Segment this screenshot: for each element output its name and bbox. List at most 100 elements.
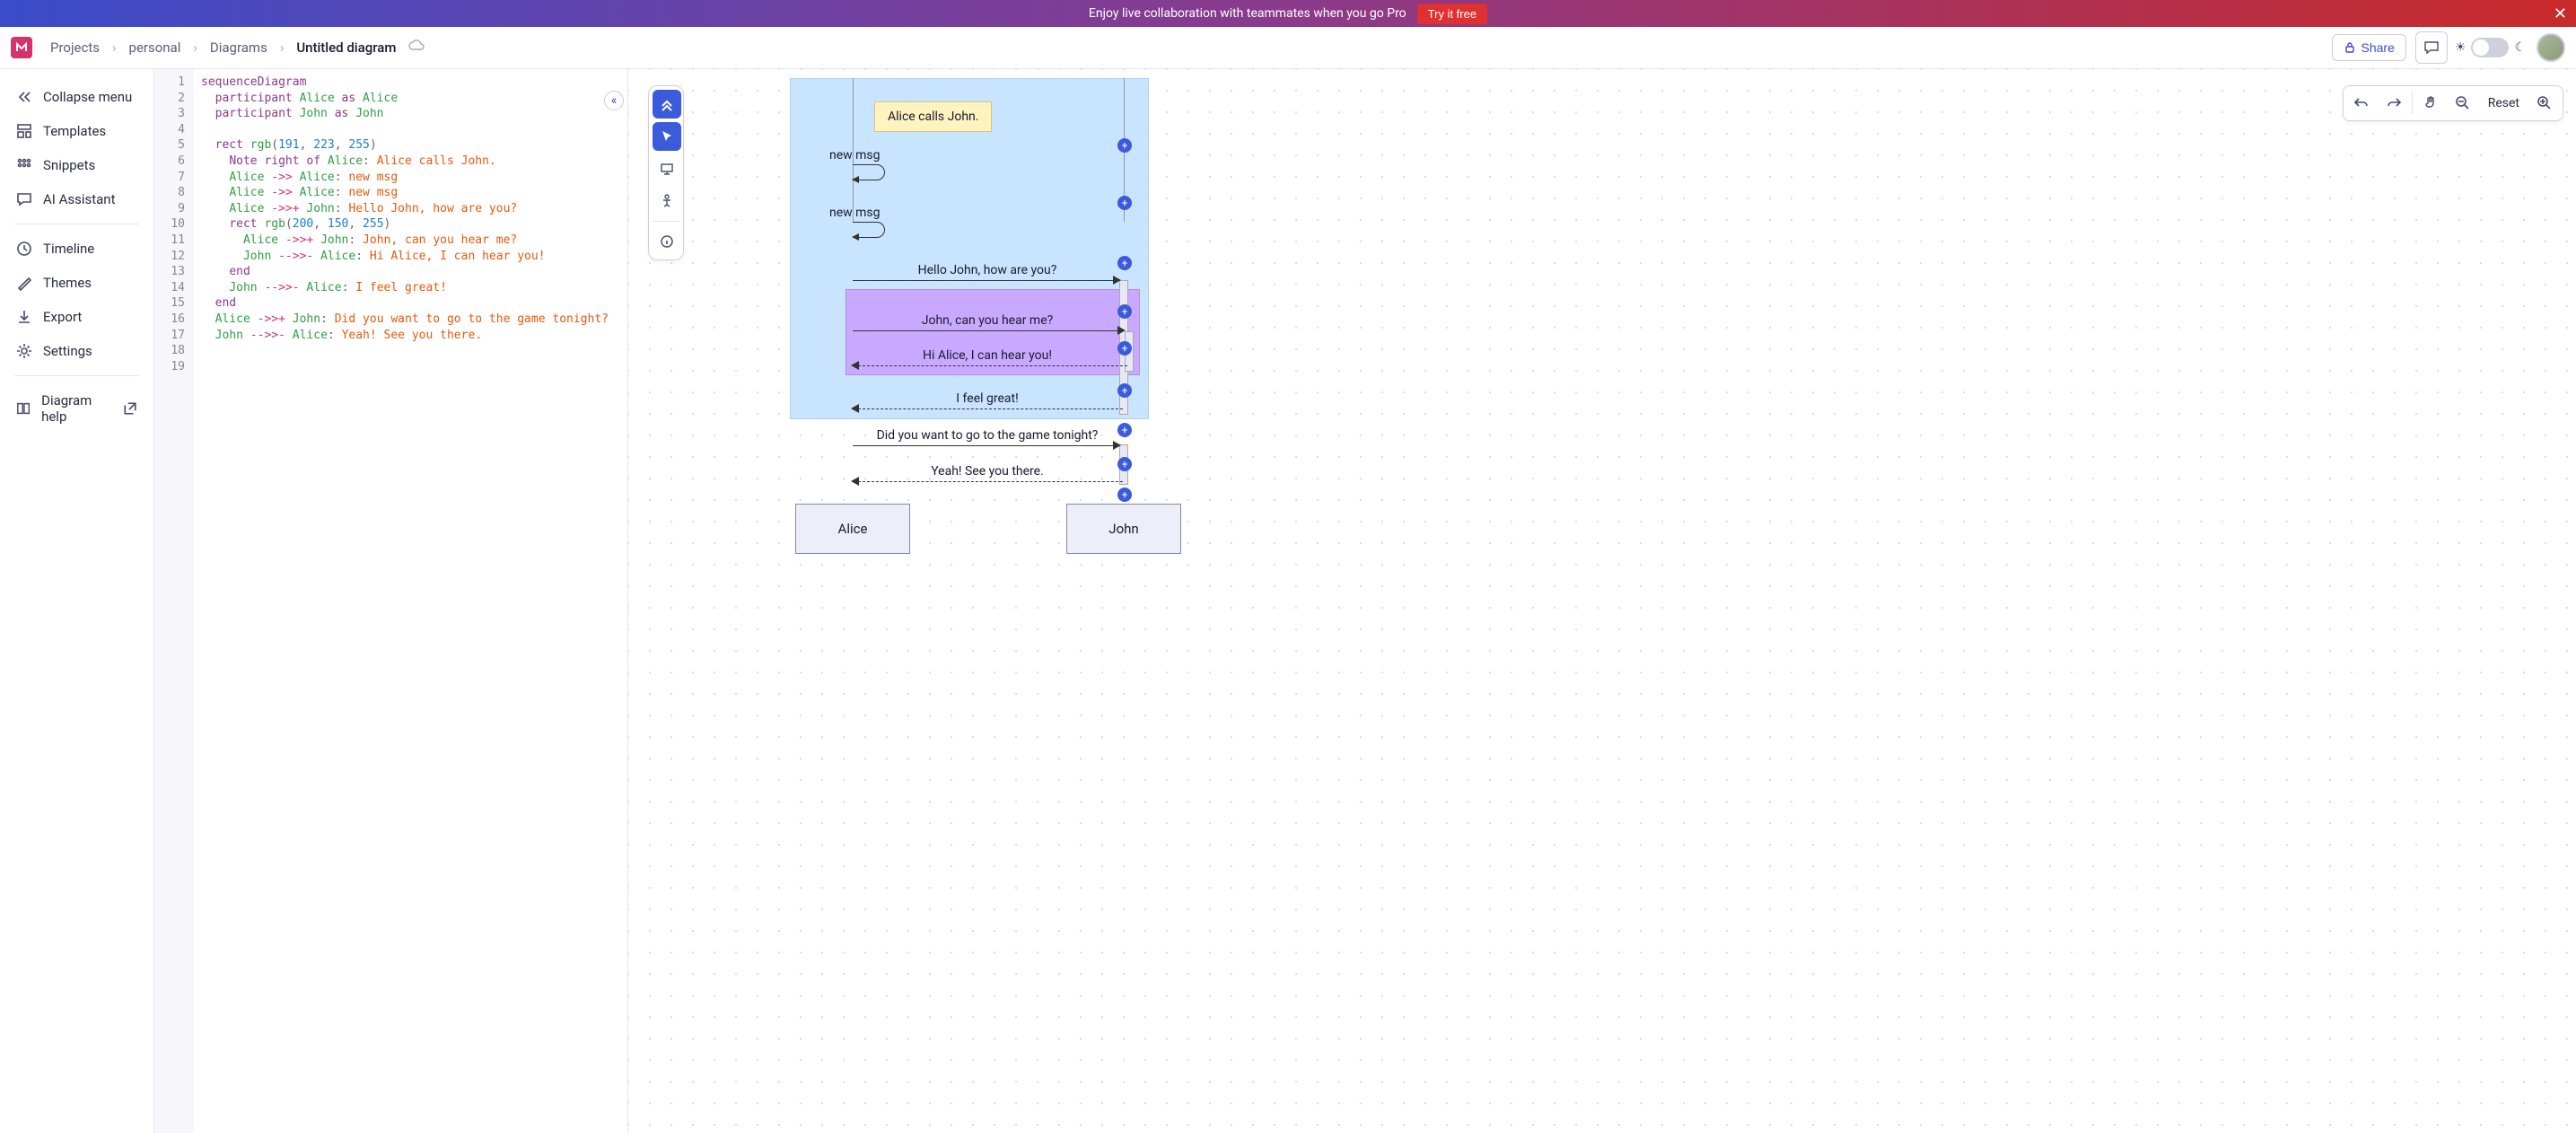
topbar: Projects › personal › Diagrams › Untitle… (0, 27, 2576, 69)
sidebar-label: Export (43, 309, 82, 325)
self-arrow (853, 164, 885, 180)
brush-icon (16, 275, 32, 291)
chevrons-up-icon (660, 97, 674, 111)
person-icon (660, 194, 674, 208)
add-message-button[interactable]: + (1117, 383, 1132, 398)
close-icon[interactable]: ✕ (2554, 4, 2567, 23)
divider (14, 375, 139, 376)
zoom-out-button[interactable] (2449, 89, 2477, 118)
sidebar-item-export[interactable]: Export (0, 300, 153, 334)
chevron-right-icon: › (193, 40, 197, 56)
message-label: new msg (829, 148, 881, 162)
share-button[interactable]: Share (2332, 34, 2406, 61)
breadcrumb-projects[interactable]: Projects (50, 40, 100, 56)
clock-icon (16, 241, 32, 257)
breadcrumb-current[interactable]: Untitled diagram (296, 40, 396, 56)
sidebar-item-timeline[interactable]: Timeline (0, 232, 153, 266)
download-icon (16, 309, 32, 325)
theme-toggle: ☀ ☾ (2455, 38, 2526, 57)
sidebar-label: Settings (43, 343, 92, 359)
add-message-button[interactable]: + (1117, 196, 1132, 210)
zoom-in-button[interactable] (2530, 89, 2559, 118)
add-message-button[interactable]: + (1117, 457, 1132, 471)
sidebar-label: Diagram help (41, 392, 112, 425)
arrow-head-icon (851, 404, 859, 413)
add-message-button[interactable]: + (1117, 341, 1132, 356)
arrow-head-icon (1113, 276, 1121, 285)
code-content[interactable]: sequenceDiagram participant Alice as Ali… (194, 69, 627, 1133)
canvas-toolbar: Reset (2343, 85, 2563, 121)
sidebar-item-settings[interactable]: Settings (0, 334, 153, 368)
arrow-head-icon (1113, 441, 1121, 450)
accessibility-tool[interactable] (653, 187, 681, 215)
user-avatar[interactable] (2537, 33, 2565, 62)
share-label: Share (2361, 40, 2395, 55)
sidebar-label: Templates (43, 123, 106, 139)
sidebar-label: Themes (43, 275, 92, 291)
sidebar-label: Timeline (43, 241, 94, 257)
info-icon (660, 234, 674, 249)
arrow (853, 330, 1122, 331)
chat-bubble-icon (2423, 40, 2440, 55)
add-message-button[interactable]: + (1117, 423, 1132, 437)
sidebar-item-templates[interactable]: Templates (0, 114, 153, 148)
arrow-head-icon (851, 477, 859, 486)
line-gutter: 12345678910111213141516171819 (154, 69, 194, 1133)
sidebar-item-ai[interactable]: AI Assistant (0, 182, 153, 216)
actor-alice: Alice (795, 504, 910, 554)
arrow (858, 481, 1123, 482)
pointer-tool[interactable] (653, 122, 681, 151)
sidebar-item-themes[interactable]: Themes (0, 266, 153, 300)
add-message-button[interactable]: + (1117, 487, 1132, 502)
sidebar-item-snippets[interactable]: Snippets (0, 148, 153, 182)
sidebar: Collapse menu Templates Snippets AI Assi… (0, 69, 154, 1133)
redo-icon (2386, 95, 2402, 111)
arrow (858, 408, 1123, 409)
message-label: I feel great! (853, 391, 1122, 406)
arrow-head-icon (1117, 326, 1126, 335)
chevron-right-icon: › (280, 40, 285, 56)
undo-icon (2353, 95, 2370, 111)
scroll-top-button[interactable] (653, 90, 681, 119)
arrow (858, 365, 1127, 366)
arrow (853, 445, 1117, 446)
collapse-editor-button[interactable]: « (604, 91, 624, 110)
cursor-icon (660, 129, 674, 144)
add-message-button[interactable]: + (1117, 304, 1132, 319)
add-message-button[interactable]: + (1117, 256, 1132, 270)
grid-icon (16, 157, 32, 173)
actor-john: John (1066, 504, 1181, 554)
theme-switch[interactable] (2471, 38, 2509, 57)
pan-button[interactable] (2416, 89, 2445, 118)
redo-button[interactable] (2379, 89, 2408, 118)
sidebar-label: Snippets (43, 157, 95, 173)
message-label: Yeah! See you there. (853, 464, 1122, 479)
sidebar-collapse[interactable]: Collapse menu (0, 80, 153, 114)
comment-button[interactable] (2415, 31, 2448, 64)
diagram-note: Alice calls John. (874, 101, 992, 132)
arrow-head-icon (851, 361, 859, 370)
breadcrumb-section[interactable]: Diagrams (210, 40, 267, 56)
sun-icon: ☀ (2455, 40, 2466, 55)
presentation-tool[interactable] (653, 154, 681, 183)
arrow (853, 280, 1117, 281)
promo-banner: Enjoy live collaboration with teammates … (0, 0, 2576, 27)
reset-zoom-button[interactable]: Reset (2481, 96, 2527, 110)
book-icon (16, 400, 31, 417)
self-arrow (853, 222, 885, 238)
app-logo[interactable] (11, 37, 32, 58)
chat-icon (16, 191, 32, 207)
gear-icon (16, 343, 32, 359)
message-label: Hello John, how are you? (853, 263, 1122, 277)
code-editor[interactable]: 12345678910111213141516171819 sequenceDi… (154, 69, 628, 1133)
vertical-toolbar (648, 85, 684, 260)
undo-button[interactable] (2347, 89, 2376, 118)
info-tool[interactable] (653, 227, 681, 256)
add-message-button[interactable]: + (1117, 138, 1132, 153)
breadcrumb-folder[interactable]: personal (129, 40, 181, 56)
external-link-icon (123, 400, 137, 417)
diagram-canvas[interactable]: Reset Alice calls John. new msg new msg … (628, 69, 2576, 1133)
try-free-button[interactable]: Try it free (1417, 4, 1487, 24)
lock-icon (2344, 41, 2356, 54)
sidebar-item-help[interactable]: Diagram help (0, 383, 153, 434)
